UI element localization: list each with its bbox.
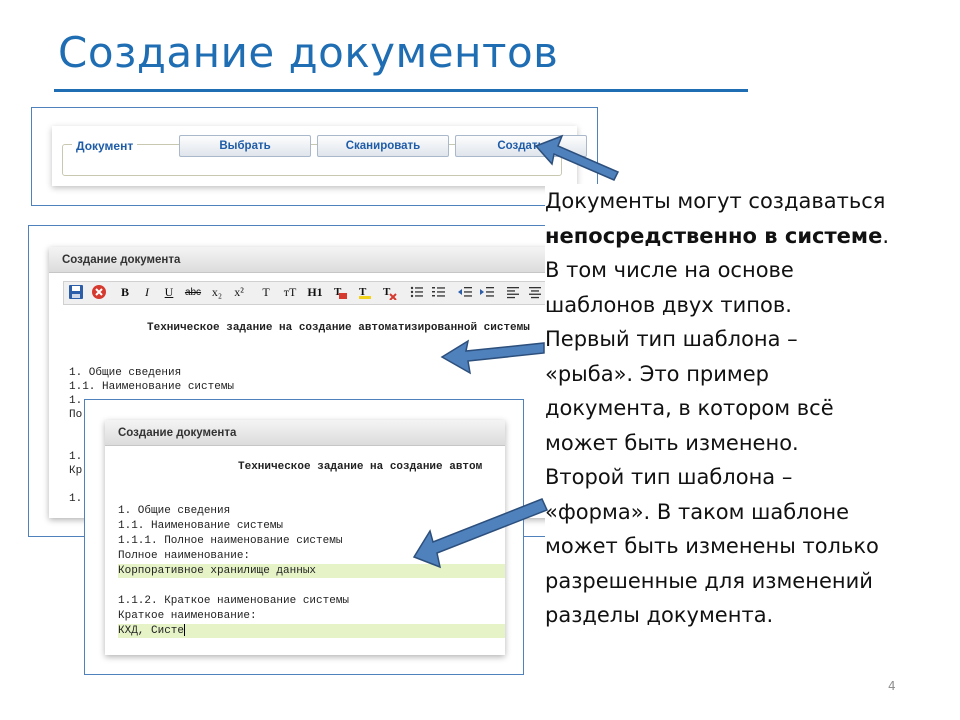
body-line: Первый тип шаблона – (545, 327, 798, 351)
body-line-end: . (882, 223, 889, 248)
slide-title: Создание документов (58, 28, 559, 77)
align-left-icon[interactable] (504, 284, 522, 301)
save-icon[interactable] (67, 284, 85, 301)
body-line: Второй тип шаблона – (545, 465, 793, 489)
arrow-to-create-button (534, 134, 620, 181)
text-line: 1.1.1. Полное наименование системы (118, 535, 343, 547)
arrow-to-editor (440, 339, 545, 375)
editable-field-short-name[interactable]: КХД, Систе (118, 624, 505, 638)
text-line: 1. Общие сведения (69, 367, 182, 379)
strikethrough-button[interactable]: abc (182, 284, 204, 301)
text-line: 1. (69, 395, 83, 407)
align-center-icon[interactable] (526, 284, 544, 301)
body-line: «рыба». Это пример (545, 361, 769, 386)
heading-button[interactable]: H1 (304, 284, 326, 301)
page-number: 4 (888, 679, 896, 693)
text-line: Кр (69, 465, 83, 477)
document-legend: Документ (72, 139, 138, 153)
body-line: Документы могут создаваться (545, 189, 886, 213)
body-line: может быть изменены только (545, 534, 879, 558)
text-line: 1.1.2. Краткое наименование системы (118, 595, 350, 607)
document-panel: Документ Выбрать Сканировать Создать (52, 126, 587, 186)
numbered-list-icon[interactable] (430, 284, 448, 301)
body-line: непосредственно в системе. (545, 219, 945, 254)
title-underline (54, 89, 748, 92)
text-line: Полное наименование: (118, 550, 251, 562)
body-text: Документы могут создаваться непосредстве… (545, 184, 945, 633)
italic-button[interactable]: I (138, 284, 156, 301)
body-line: документа, в котором всё (545, 396, 834, 420)
body-line: «форма». В таком шаблоне (545, 499, 850, 524)
select-button[interactable]: Выбрать (179, 135, 311, 157)
body-bold-phrase: непосредственно в системе (545, 223, 883, 248)
clear-format-icon[interactable]: T (380, 284, 398, 301)
text-line: 1. Общие сведения (118, 505, 231, 517)
text-cursor (184, 624, 186, 637)
bold-button[interactable]: B (116, 284, 134, 301)
text-line: 1.1. Наименование системы (69, 381, 235, 393)
body-line: В том числе на основе (545, 258, 794, 282)
font-size-button[interactable]: T (257, 284, 275, 301)
body-line: разрешенные для изменений (545, 568, 873, 593)
font-family-button[interactable]: тТ (279, 284, 301, 301)
body-line: шаблонов двух типов. (545, 292, 792, 317)
highlight-icon[interactable]: T (356, 284, 374, 301)
superscript-button[interactable]: x² (230, 284, 248, 301)
outdent-icon[interactable] (456, 284, 474, 301)
bg-color-icon[interactable]: T (331, 284, 349, 301)
text-line: 1. (69, 493, 83, 505)
text-line: 1.1. Наименование системы (118, 520, 284, 532)
text-line: По (69, 409, 83, 421)
underline-button[interactable]: U (160, 284, 178, 301)
arrow-to-form-field (412, 498, 549, 569)
short-name-value: КХД, Систе (118, 625, 185, 637)
body-line: разделы документа. (545, 603, 774, 627)
editor-toolbar: B I U abc x₂ x² T тТ H1 T T T (63, 281, 563, 305)
bulleted-list-icon[interactable] (408, 284, 426, 301)
document-heading: Техническое задание на создание автом (238, 461, 483, 473)
subscript-button[interactable]: x₂ (208, 284, 226, 301)
svg-text:T: T (383, 286, 391, 298)
cancel-icon[interactable] (90, 284, 108, 301)
text-line: Краткое наименование: (118, 610, 257, 622)
body-line: может быть изменено. (545, 430, 799, 455)
screenshot-document-panel: Документ Выбрать Сканировать Создать (31, 107, 598, 206)
scan-button[interactable]: Сканировать (317, 135, 449, 157)
form-window-title: Создание документа (105, 420, 505, 446)
indent-icon[interactable] (478, 284, 496, 301)
text-line: 1. (69, 451, 83, 463)
editor-window-title: Создание документа (49, 247, 563, 273)
